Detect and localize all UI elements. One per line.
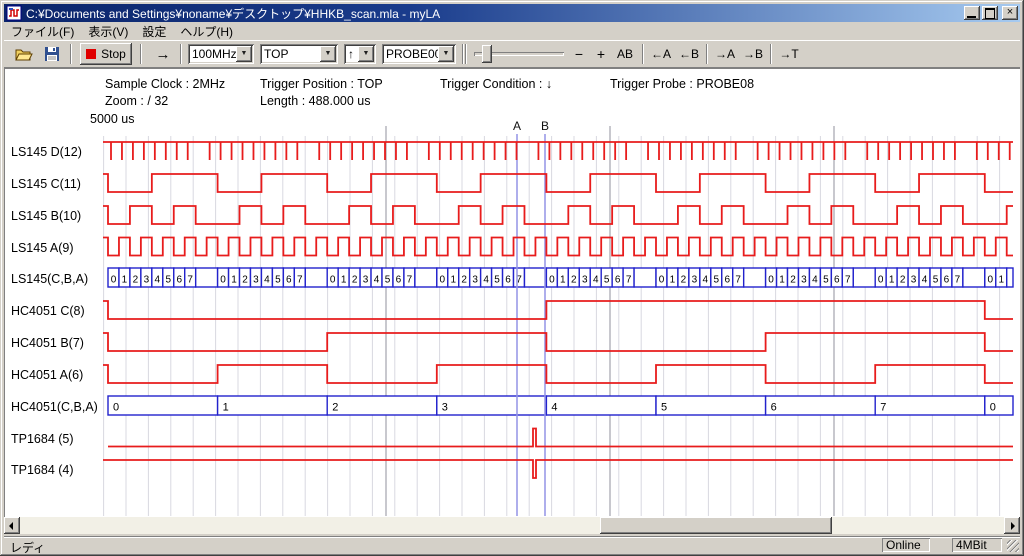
- trigger-position-value: TOP: [264, 47, 288, 61]
- close-icon: ×: [1007, 6, 1013, 18]
- channel-label: TP1684 (4): [11, 462, 74, 478]
- scroll-right-icon: [1011, 522, 1015, 530]
- chevron-down-icon[interactable]: ▼: [236, 46, 252, 62]
- scrollbar-thumb[interactable]: [600, 517, 832, 534]
- channel-label: LS145 C(11): [11, 176, 81, 192]
- status-ready-text: レディ: [10, 539, 45, 556]
- resize-grip[interactable]: [1007, 540, 1019, 552]
- ab-label: AB: [617, 47, 633, 61]
- cursor-label-b: B: [541, 119, 549, 133]
- move-left-to-b-button[interactable]: ←B: [676, 43, 702, 65]
- maximize-button[interactable]: [982, 6, 998, 20]
- toolbar-separator: [642, 44, 644, 64]
- move-left-to-a-button[interactable]: ←A: [648, 43, 674, 65]
- app-icon: [6, 5, 22, 21]
- goto-trigger-button[interactable]: →T: [776, 43, 802, 65]
- open-icon: [15, 47, 33, 61]
- chevron-down-icon[interactable]: ▼: [320, 46, 336, 62]
- move-right-to-a-button[interactable]: →A: [712, 43, 738, 65]
- chevron-down-icon[interactable]: ▼: [438, 46, 454, 62]
- open-button[interactable]: [12, 43, 36, 65]
- trigger-condition-text: Trigger Condition : ↓: [440, 77, 552, 91]
- chevron-down-icon[interactable]: ▼: [358, 46, 374, 62]
- move-right-to-b-button[interactable]: →B: [740, 43, 766, 65]
- left-b-label: ←B: [679, 47, 699, 61]
- zoom-slider-thumb[interactable]: [482, 45, 492, 63]
- menu-file[interactable]: ファイル(F): [4, 22, 81, 41]
- channel-label: LS145 D(12): [11, 144, 82, 160]
- channel-label: LS145 A(9): [11, 240, 74, 256]
- trigger-position-text: Trigger Position : TOP: [260, 77, 383, 91]
- save-icon: [45, 47, 59, 61]
- scroll-left-button[interactable]: [4, 517, 20, 534]
- length-text: Length : 488.000 us: [260, 94, 371, 108]
- run-arrow-icon: →: [156, 46, 171, 63]
- zoom-text: Zoom : / 32: [105, 94, 168, 108]
- minus-icon: −: [575, 46, 583, 62]
- channel-label: HC4051 B(7): [11, 335, 84, 351]
- toolbar-separator: [140, 44, 142, 64]
- waveform-view[interactable]: [4, 68, 1020, 517]
- scroll-right-button[interactable]: [1004, 517, 1020, 534]
- close-button[interactable]: ×: [1002, 6, 1018, 20]
- minimize-button[interactable]: [964, 6, 980, 20]
- toolbar-separator: [462, 44, 464, 64]
- trigger-position-select[interactable]: TOP ▼: [260, 44, 338, 64]
- toolbar-separator: [465, 44, 467, 64]
- window-title: C:¥Documents and Settings¥noname¥デスクトップ¥…: [26, 5, 962, 22]
- stop-icon: [86, 49, 96, 59]
- sample-clock-text: Sample Clock : 2MHz: [105, 77, 225, 91]
- scroll-left-icon: [9, 522, 13, 530]
- zoom-out-button[interactable]: −: [570, 43, 588, 65]
- toolbar: Stop → 100MHz ▼ TOP ▼ ↑ ▼ PROBE00 ▼ − + …: [4, 40, 1020, 68]
- right-t-label: →T: [779, 47, 798, 61]
- run-button[interactable]: →: [150, 43, 176, 65]
- right-a-label: →A: [715, 47, 735, 61]
- maximize-icon: [985, 8, 995, 19]
- minimize-icon: [967, 16, 976, 18]
- toolbar-separator: [770, 44, 772, 64]
- channel-label: HC4051 C(8): [11, 303, 85, 319]
- channel-label: HC4051 A(6): [11, 367, 83, 383]
- time-origin-label: 5000 us: [90, 112, 134, 126]
- toolbar-separator: [70, 44, 72, 64]
- probe-value: PROBE00: [386, 47, 441, 61]
- title-bar[interactable]: C:¥Documents and Settings¥noname¥デスクトップ¥…: [4, 4, 1020, 22]
- stop-button[interactable]: Stop: [80, 43, 132, 65]
- zoom-in-button[interactable]: +: [592, 43, 610, 65]
- channel-label: LS145(C,B,A): [11, 271, 88, 287]
- channel-label: TP1684 (5): [11, 431, 74, 447]
- plus-icon: +: [597, 46, 605, 62]
- status-online-badge: Online: [882, 538, 930, 552]
- menu-view[interactable]: 表示(V): [81, 22, 135, 41]
- left-a-label: ←A: [651, 47, 671, 61]
- clock-select[interactable]: 100MHz ▼: [188, 44, 254, 64]
- status-memory-badge: 4MBit: [952, 538, 1002, 552]
- menu-bar: ファイル(F) 表示(V) 設定 ヘルプ(H): [4, 22, 1020, 40]
- toolbar-separator: [180, 44, 182, 64]
- trigger-edge-select[interactable]: ↑ ▼: [344, 44, 376, 64]
- menu-help[interactable]: ヘルプ(H): [173, 22, 240, 41]
- toolbar-separator: [706, 44, 708, 64]
- probe-select[interactable]: PROBE00 ▼: [382, 44, 456, 64]
- right-b-label: →B: [743, 47, 763, 61]
- stop-label: Stop: [101, 47, 126, 61]
- app-window: C:¥Documents and Settings¥noname¥デスクトップ¥…: [0, 0, 1024, 556]
- horizontal-scrollbar[interactable]: [4, 517, 1020, 534]
- save-button[interactable]: [40, 43, 64, 65]
- channel-label: LS145 B(10): [11, 208, 81, 224]
- ab-button[interactable]: AB: [612, 43, 638, 65]
- cursor-label-a: A: [513, 119, 521, 133]
- trigger-edge-value: ↑: [348, 47, 354, 61]
- status-bar: レディ Online 4MBit: [4, 536, 1020, 553]
- channel-label: HC4051(C,B,A): [11, 399, 98, 415]
- trigger-probe-text: Trigger Probe : PROBE08: [610, 77, 754, 91]
- clock-value: 100MHz: [192, 47, 237, 61]
- menu-settings[interactable]: 設定: [135, 22, 173, 41]
